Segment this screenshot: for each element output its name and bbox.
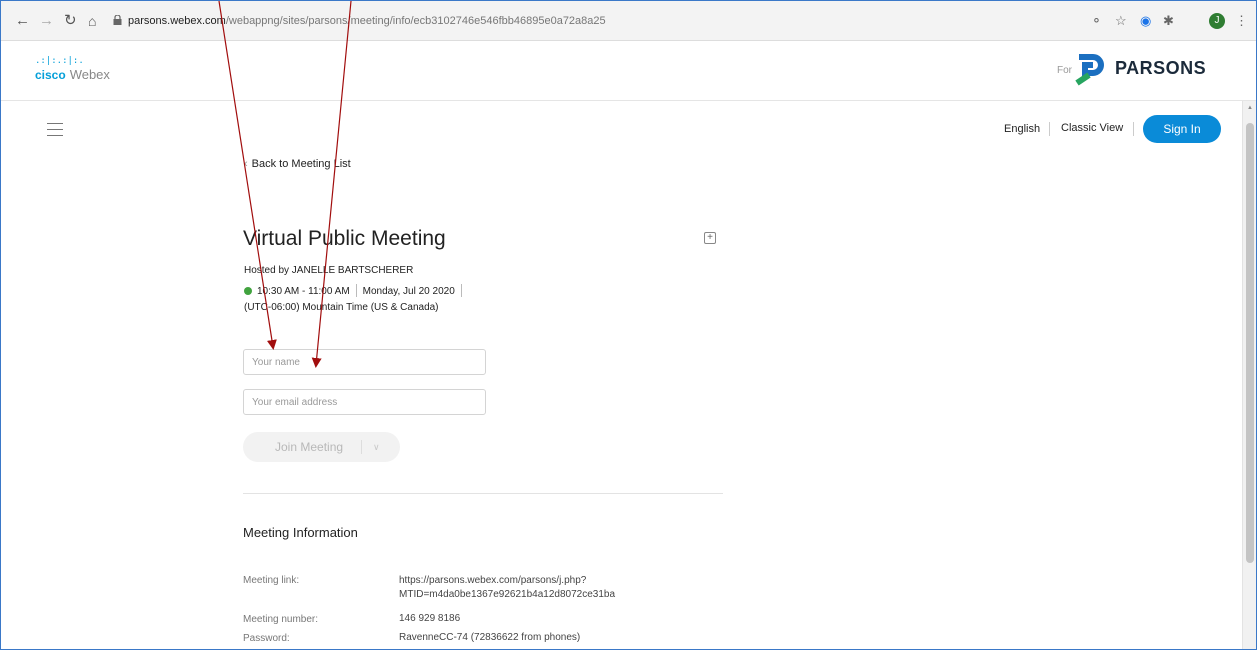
divider — [460, 284, 462, 297]
divider — [1133, 122, 1134, 136]
time-range: 10:30 AM - 11:00 AM — [257, 286, 350, 297]
scrollbar-thumb[interactable] — [1246, 123, 1254, 563]
chevron-left-icon: ‹ — [244, 158, 248, 170]
home-icon[interactable]: ⌂ — [88, 13, 96, 29]
language-selector[interactable]: English — [1004, 123, 1040, 135]
profile-avatar[interactable]: J — [1209, 13, 1225, 29]
scroll-up-arrow-icon[interactable]: ▲ — [1247, 105, 1253, 111]
site-header: .:|:.:|:. cisco Webex For PARSONS — [1, 41, 1256, 101]
meeting-link-line1: https://parsons.webex.com/parsons/j.php? — [399, 575, 587, 586]
meeting-link-line2: MTID=m4da0be1367e92621b4a12d8072ce31ba — [399, 589, 616, 600]
meeting-time-row: 10:30 AM - 11:00 AM Monday, Jul 20 2020 — [244, 284, 468, 297]
host-line: Hosted by JANELLE BARTSCHERER — [244, 265, 414, 276]
back-to-meeting-list-link[interactable]: ‹ Back to Meeting List — [244, 158, 351, 170]
meeting-information-heading: Meeting Information — [243, 525, 358, 540]
puzzle-icon[interactable]: ✱ — [1163, 12, 1174, 30]
meeting-date: Monday, Jul 20 2020 — [362, 286, 455, 297]
page-scrollbar[interactable]: ▲ — [1242, 101, 1256, 649]
classic-view-link[interactable]: Classic View — [1061, 122, 1123, 134]
timezone: (UTC-06:00) Mountain Time (US & Canada) — [244, 302, 439, 313]
email-input[interactable] — [243, 389, 486, 415]
forward-arrow-icon[interactable]: → — [39, 13, 54, 29]
parsons-wordmark: PARSONS — [1115, 58, 1207, 78]
divider — [361, 440, 362, 454]
meeting-number-value: 146 929 8186 — [399, 613, 461, 624]
cisco-wordmark: cisco — [35, 68, 66, 82]
name-input[interactable] — [243, 349, 486, 375]
star-icon[interactable]: ☆ — [1115, 12, 1127, 30]
url-host: parsons.webex.com — [128, 15, 226, 27]
lock-icon — [113, 15, 122, 25]
password-label: Password: — [243, 633, 290, 644]
cisco-bars-logo: .:|:.:|:. — [35, 56, 84, 66]
divider — [355, 284, 357, 297]
cisco-webex-logo[interactable]: .:|:.:|:. cisco Webex — [35, 57, 110, 84]
browser-toolbar: ← → ↻ ⌂ parsons.webex.com/webappng/sites… — [1, 1, 1256, 41]
status-dot-icon — [244, 287, 252, 295]
webex-wordmark: Webex — [69, 67, 110, 82]
join-meeting-button[interactable]: Join Meeting ∨ — [243, 432, 400, 462]
more-menu-icon[interactable]: ⋮ — [1235, 12, 1248, 30]
meeting-link-label: Meeting link: — [243, 575, 300, 586]
url-path: /webappng/sites/parsons/meeting/info/ecb… — [225, 15, 606, 27]
section-divider — [243, 493, 723, 494]
join-meeting-label: Join Meeting — [275, 440, 344, 454]
meeting-link-value[interactable]: https://parsons.webex.com/parsons/j.php?… — [399, 574, 615, 602]
meeting-title: Virtual Public Meeting — [243, 227, 446, 250]
chevron-down-icon[interactable]: ∨ — [373, 432, 380, 462]
meeting-number-label: Meeting number: — [243, 614, 319, 625]
screenshot-frame: ← → ↻ ⌂ parsons.webex.com/webappng/sites… — [0, 0, 1257, 650]
sign-in-button[interactable]: Sign In — [1143, 115, 1221, 143]
reload-icon[interactable]: ↻ — [64, 13, 77, 29]
address-bar[interactable]: parsons.webex.com/webappng/sites/parsons… — [113, 9, 1113, 33]
parsons-logo-icon — [1075, 54, 1104, 86]
hamburger-menu-icon[interactable] — [47, 123, 63, 136]
key-icon[interactable]: ⚬ — [1091, 12, 1102, 30]
password-value: RavenneCC-74 (72836622 from phones) — [399, 632, 581, 643]
back-arrow-icon[interactable]: ← — [15, 13, 30, 29]
divider — [1049, 122, 1050, 136]
extension-circle-icon[interactable]: ◉ — [1140, 12, 1151, 30]
add-to-calendar-icon[interactable]: + — [704, 232, 716, 244]
back-link-label: Back to Meeting List — [251, 158, 351, 170]
for-label: For — [1057, 65, 1072, 76]
